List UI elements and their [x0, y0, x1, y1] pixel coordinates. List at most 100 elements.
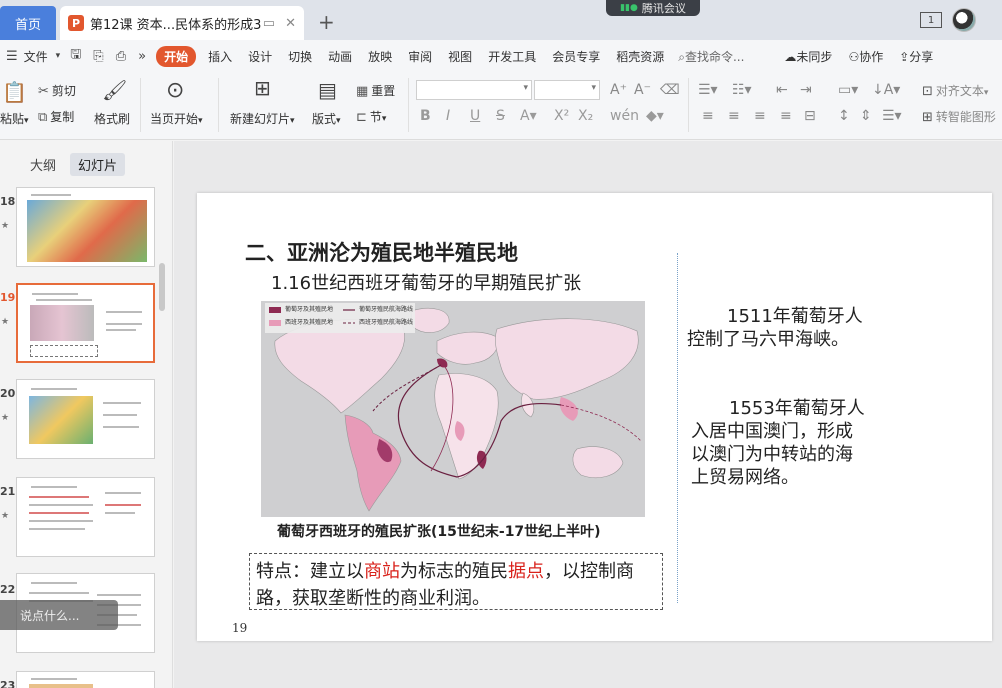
say-something-bubble[interactable]: 说点什么... [0, 600, 118, 630]
phonetic-icon[interactable]: wén [610, 108, 639, 124]
indent-increase-icon[interactable]: ⇥ [800, 82, 812, 98]
play-icon[interactable]: ⊙ [166, 80, 184, 102]
hamburger-icon[interactable]: ☰ [0, 49, 24, 64]
align-center-icon[interactable]: ≡ [728, 108, 740, 124]
bold-icon[interactable]: B [420, 108, 431, 124]
chevron-down-icon: ▾ [55, 51, 61, 61]
font-name-combo[interactable] [416, 80, 532, 100]
bullet-list-icon[interactable]: ☰▾ [698, 82, 718, 98]
highlight-icon[interactable]: ◆▾ [646, 108, 664, 124]
star-icon: ★ [1, 511, 10, 521]
window-count-icon[interactable]: 1 [920, 12, 942, 28]
new-tab-button[interactable]: + [318, 10, 335, 34]
slide-number: 19 [0, 291, 16, 304]
characteristics-textbox[interactable]: 特点：建立以商站为标志的殖民据点，以控制商路，获取垄断性的商业利润。 [249, 553, 663, 610]
collaborate-button[interactable]: ⚇协作 [840, 48, 891, 65]
new-slide-icon[interactable]: ⊞ [254, 78, 271, 98]
right-text-1553-line3[interactable]: 以澳门为中转站的海 [691, 443, 853, 466]
menu-animation[interactable]: 动画 [320, 48, 360, 65]
play-from-current-button[interactable]: 当页开始▾ [150, 110, 203, 127]
slide-panel: 大纲 幻灯片 18 ★ 19 ★ 20 ★ 21 ★ 22 23 说点什么... [0, 141, 173, 688]
align-right-icon[interactable]: ≡ [754, 108, 766, 124]
layout-button[interactable]: 版式▾ [312, 110, 341, 127]
paste-button[interactable]: 粘贴▾ [0, 110, 29, 127]
panel-scrollbar[interactable] [159, 263, 165, 311]
right-text-1511-line1[interactable]: 1511年葡萄牙人 [727, 305, 863, 328]
align-text-button[interactable]: ⊡ 对齐文本▾ [922, 82, 988, 99]
format-painter-button[interactable]: 格式刷 [94, 110, 130, 127]
font-shrink-icon[interactable]: A⁻ [634, 82, 651, 98]
menu-insert[interactable]: 插入 [200, 48, 240, 65]
slide-thumbnail-20[interactable] [16, 379, 155, 459]
layout-icon[interactable]: ▤ [318, 80, 337, 100]
column-icon[interactable]: ☰▾ [882, 108, 902, 124]
right-text-1553-line4[interactable]: 上贸易网络。 [691, 466, 799, 489]
slide-thumbnail-21[interactable] [16, 477, 155, 557]
font-grow-icon[interactable]: A⁺ [610, 82, 627, 98]
command-search[interactable]: ⌕查找命令... [672, 48, 750, 65]
underline-icon[interactable]: U [470, 108, 480, 124]
right-text-1511-line2[interactable]: 控制了马六甲海峡。 [687, 328, 849, 351]
sync-status[interactable]: ☁未同步 [776, 48, 840, 65]
brush-icon[interactable]: 🖌 [102, 80, 127, 100]
justify-icon[interactable]: ≡ [780, 108, 792, 124]
clipboard-icon[interactable]: 📋 [2, 82, 27, 102]
menu-start[interactable]: 开始 [156, 45, 197, 67]
menu-review[interactable]: 审阅 [400, 48, 440, 65]
tab-slides[interactable]: 幻灯片 [70, 153, 126, 176]
menu-developer[interactable]: 开发工具 [480, 48, 544, 65]
tab-document[interactable]: P 第12课 资本...民体系的形成3 ▭ ✕ [60, 6, 304, 40]
copy-button[interactable]: ⧉ 复制 [38, 108, 74, 125]
slide-thumbnail-18[interactable] [16, 187, 155, 267]
smart-graphic-button[interactable]: ⊞ 转智能图形 [922, 108, 996, 125]
close-tab-icon[interactable]: ✕ [285, 16, 296, 31]
export-icon[interactable]: ⎘ [87, 49, 109, 64]
colonial-map-image[interactable]: 葡萄牙及其殖民地 西班牙及其殖民地 葡萄牙殖民航海路线 西班牙殖民航海路线 [261, 301, 645, 517]
superscript-icon[interactable]: X² [554, 108, 569, 124]
slide-title[interactable]: 二、亚洲沦为殖民地半殖民地 [245, 237, 518, 267]
print-icon[interactable]: ⎙ [110, 49, 132, 64]
avatar[interactable] [952, 8, 976, 32]
line-spacing-icon[interactable]: ↕ [838, 108, 850, 124]
numbered-list-icon[interactable]: ☷▾ [732, 82, 752, 98]
reset-button[interactable]: ▦ 重置 [356, 82, 395, 99]
cloud-icon: ☁ [784, 49, 797, 64]
tab-outline[interactable]: 大纲 [22, 153, 64, 176]
map-caption[interactable]: 葡萄牙西班牙的殖民扩张(15世纪末-17世纪上半叶) [277, 521, 601, 541]
menu-slideshow[interactable]: 放映 [360, 48, 400, 65]
menu-file[interactable]: 文件 [24, 48, 56, 65]
save-icon[interactable]: 🖫 [64, 45, 87, 67]
cut-button[interactable]: ✂ 剪切 [38, 82, 76, 99]
align-left-icon[interactable]: ≡ [702, 108, 714, 124]
slide-subtitle[interactable]: 1.16世纪西班牙葡萄牙的早期殖民扩张 [271, 269, 581, 295]
font-size-combo[interactable] [534, 80, 600, 100]
font-color-icon[interactable]: A▾ [520, 108, 537, 124]
menu-docer[interactable]: 稻壳资源 [608, 48, 672, 65]
tencent-meeting-bar[interactable]: ▮▮● 腾讯会议 [606, 0, 700, 16]
eraser-icon[interactable]: ⌫ [660, 82, 680, 98]
paragraph-spacing-icon[interactable]: ⇕ [860, 108, 872, 124]
menu-transition[interactable]: 切换 [280, 48, 320, 65]
text-box-icon[interactable]: ▭▾ [838, 82, 858, 98]
slide-thumbnail-23[interactable] [16, 671, 155, 688]
indent-decrease-icon[interactable]: ⇤ [776, 82, 788, 98]
slide[interactable]: 二、亚洲沦为殖民地半殖民地 1.16世纪西班牙葡萄牙的早期殖民扩张 葡萄牙及其殖… [197, 193, 992, 641]
search-icon: ⌕ [678, 49, 685, 64]
section-button[interactable]: ⊏ 节▾ [356, 108, 386, 125]
right-text-1553-line1[interactable]: 1553年葡萄牙人 [729, 397, 865, 420]
screen-icon[interactable]: ▭ [263, 16, 275, 31]
tab-home[interactable]: 首页 [0, 6, 56, 40]
menu-member[interactable]: 会员专享 [544, 48, 608, 65]
menu-design[interactable]: 设计 [240, 48, 280, 65]
sort-icon[interactable]: ↓A▾ [872, 82, 900, 98]
new-slide-button[interactable]: 新建幻灯片▾ [230, 110, 295, 127]
right-text-1553-line2[interactable]: 入居中国澳门，形成 [691, 420, 853, 443]
distribute-icon[interactable]: ⊟ [804, 108, 816, 124]
more-icon[interactable]: » [132, 49, 152, 64]
italic-icon[interactable]: I [446, 108, 450, 124]
strikethrough-icon[interactable]: S [496, 108, 505, 124]
subscript-icon[interactable]: X₂ [578, 108, 593, 124]
menu-view[interactable]: 视图 [440, 48, 480, 65]
slide-thumbnail-19[interactable] [16, 283, 155, 363]
share-button[interactable]: ⇪分享 [891, 48, 941, 65]
